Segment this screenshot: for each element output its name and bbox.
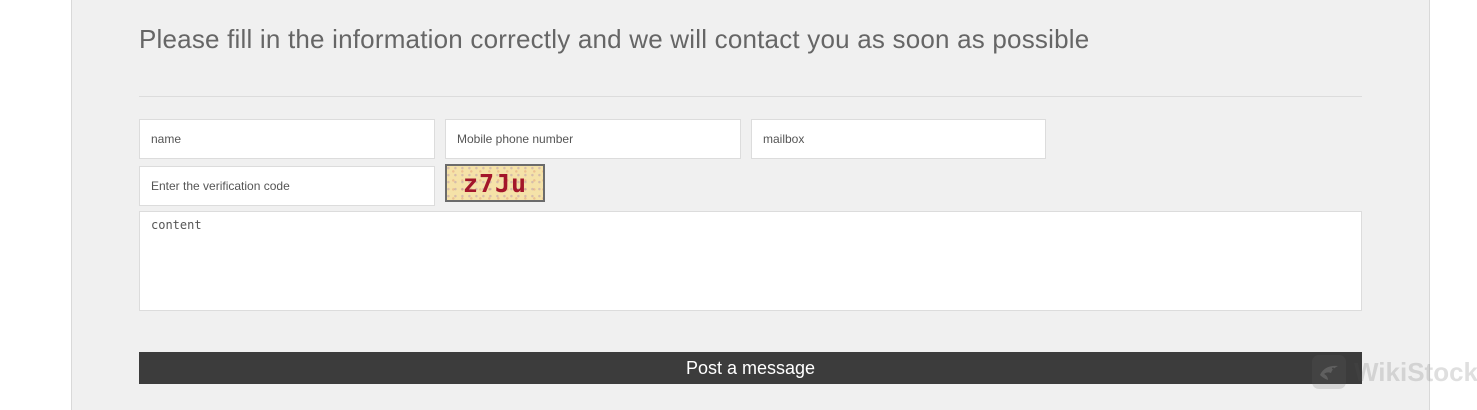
post-message-button[interactable]: Post a message xyxy=(139,352,1362,384)
form-heading: Please fill in the information correctly… xyxy=(139,24,1090,54)
mobile-phone-input[interactable] xyxy=(445,119,741,159)
captcha-text: z7Ju xyxy=(462,168,528,198)
name-input[interactable] xyxy=(139,119,435,159)
divider xyxy=(139,96,1362,97)
content-textarea[interactable] xyxy=(139,211,1362,311)
captcha-image[interactable]: z7Ju xyxy=(445,164,545,202)
verification-code-input[interactable] xyxy=(139,166,435,206)
mailbox-input[interactable] xyxy=(751,119,1046,159)
